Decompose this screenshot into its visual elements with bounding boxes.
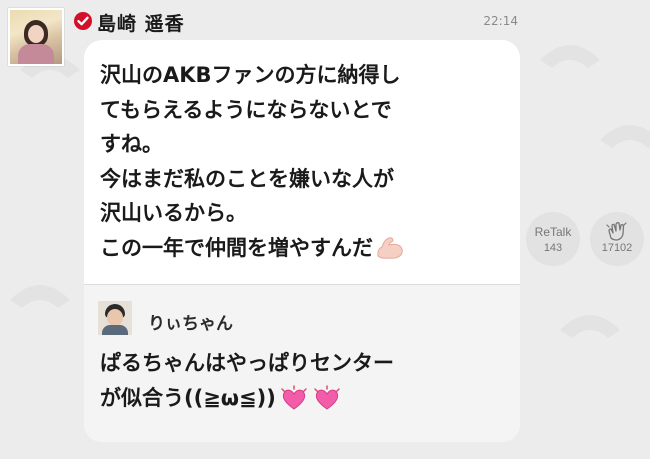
- message-line: 沢山のAKBファンの方に納得し: [100, 63, 401, 87]
- reply-text: ぱるちゃんはやっぱりセンター が似合う((≧ω≦)): [100, 346, 512, 415]
- clap-button[interactable]: 17102: [590, 212, 644, 266]
- reply-line: が似合う((≧ω≦)): [100, 385, 276, 410]
- retalk-label: ReTalk: [534, 225, 572, 239]
- message-line: 沢山いるから。: [100, 201, 247, 225]
- message-timestamp: 22:14: [483, 14, 518, 28]
- retalk-button[interactable]: ReTalk 143: [526, 212, 580, 266]
- flexed-biceps-icon: [377, 236, 403, 259]
- message-line: この一年で仲間を増やすんだ: [100, 235, 373, 260]
- pink-heart-icon: [281, 384, 307, 410]
- clap-count: 17102: [601, 242, 633, 254]
- sender-avatar[interactable]: [8, 8, 64, 66]
- verified-check-icon: [74, 12, 92, 30]
- sender-name[interactable]: 島崎 遥香: [97, 9, 185, 36]
- clap-icon: [606, 222, 627, 241]
- reply-user-name[interactable]: りぃちゃん: [148, 309, 233, 334]
- message-line-last: この一年で仲間を増やすんだ: [100, 231, 512, 266]
- message-line: 今はまだ私のことを嫌いな人が: [100, 166, 394, 191]
- reply-avatar[interactable]: [98, 301, 132, 335]
- reply-line-last: が似合う((≧ω≦)): [100, 381, 512, 416]
- message-text: 沢山のAKBファンの方に納得し てもらえるようにならないとで すね。 今はまだ私…: [100, 58, 512, 265]
- reply-section: りぃちゃん ぱるちゃんはやっぱりセンター が似合う((≧ω≦)): [84, 284, 520, 442]
- message-line: てもらえるようにならないとで: [100, 97, 392, 122]
- pink-heart-icon: [314, 384, 340, 410]
- reply-line: ぱるちゃんはやっぱりセンター: [100, 351, 394, 375]
- message-line: すね。: [100, 132, 163, 156]
- retalk-count: 143: [543, 242, 563, 254]
- message-bubble: 沢山のAKBファンの方に納得し てもらえるようにならないとで すね。 今はまだ私…: [84, 40, 520, 442]
